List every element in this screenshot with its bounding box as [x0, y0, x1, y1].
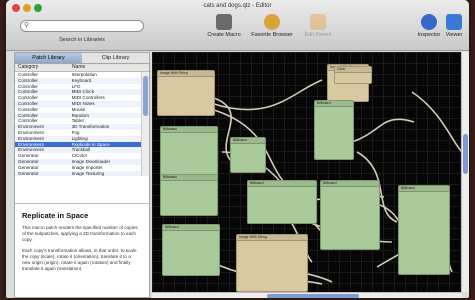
- vertical-scroll-thumb[interactable]: [463, 134, 468, 174]
- edit-parent-icon: [310, 14, 326, 30]
- tab-clip-library[interactable]: Clip Library: [82, 53, 149, 63]
- patch-title: Clear: [335, 67, 371, 73]
- patch-title: Billboard: [161, 175, 217, 181]
- inspector-label: Inspector: [417, 32, 441, 38]
- patch-title: Billboard: [163, 225, 219, 231]
- patch-node[interactable]: Billboard: [162, 224, 220, 276]
- patch-node[interactable]: Image With String: [236, 234, 308, 292]
- patch-title: Billboard: [321, 181, 379, 187]
- patch-node[interactable]: Billboard: [160, 174, 218, 216]
- patch-node[interactable]: Billboard: [314, 100, 354, 160]
- create-macro-label: Create Macro: [207, 32, 241, 38]
- toolbar: cats and dogs.qtz - Editor ⚲ Search in L…: [6, 0, 469, 51]
- description-paragraph: This macro patch renders the specified n…: [22, 225, 138, 242]
- patch-node[interactable]: Billboard: [247, 180, 317, 224]
- library-tabs: Patch Library Clip Library: [15, 53, 149, 64]
- patch-title: Image With String: [237, 235, 307, 241]
- favorite-browser-button[interactable]: Favorite Browser: [246, 14, 298, 38]
- favorite-browser-icon: [264, 14, 280, 30]
- window-title: cats and dogs.qtz - Editor: [203, 3, 272, 9]
- canvas-horizontal-scrollbar[interactable]: [152, 292, 462, 298]
- patch-node[interactable]: Billboard: [230, 137, 266, 173]
- patch-title: Billboard: [231, 138, 265, 144]
- patch-node[interactable]: Clear: [334, 66, 372, 84]
- patch-title: Billboard: [315, 101, 353, 107]
- tab-patch-library[interactable]: Patch Library: [15, 53, 82, 63]
- patch-title: Image With String: [158, 71, 214, 77]
- list-header: Category Name: [15, 64, 149, 72]
- patch-node[interactable]: Billboard: [320, 180, 380, 250]
- patch-node[interactable]: Billboard: [398, 185, 450, 275]
- horizontal-scroll-thumb[interactable]: [267, 294, 359, 298]
- patch-library-pane: Patch Library Clip Library Category Name…: [14, 52, 150, 298]
- viewer-button[interactable]: Viewer: [442, 14, 466, 38]
- canvas-vertical-scrollbar[interactable]: [461, 52, 469, 292]
- name-column-header[interactable]: Name: [72, 64, 85, 71]
- library-row[interactable]: Generator Image Texturing: [15, 170, 141, 176]
- pane-divider[interactable]: [15, 203, 149, 204]
- create-macro-button[interactable]: Create Macro: [204, 14, 244, 38]
- list-scrollbar[interactable]: [141, 72, 149, 176]
- library-search-input[interactable]: ⚲: [20, 20, 144, 32]
- search-caption: Search in Libraries: [59, 37, 105, 43]
- inspector-button[interactable]: Inspector: [416, 14, 442, 38]
- search-icon: ⚲: [24, 22, 30, 29]
- edit-parent-label: Edit Parent: [304, 32, 332, 38]
- category-column-header[interactable]: Category: [15, 64, 72, 71]
- patch-title: Billboard: [248, 181, 316, 187]
- description-title: Replicate in Space: [22, 211, 89, 220]
- description-body: This macro patch renders the specified n…: [22, 225, 140, 277]
- row-category: Generator: [18, 170, 39, 176]
- edit-parent-button[interactable]: Edit Parent: [302, 14, 334, 38]
- editor-window: cats and dogs.qtz - Editor ⚲ Search in L…: [6, 0, 469, 298]
- inspector-icon: [421, 14, 437, 30]
- viewer-label: Viewer: [445, 32, 463, 38]
- row-name: Image Texturing: [71, 170, 105, 176]
- list-scroll-thumb[interactable]: [143, 76, 148, 116]
- viewer-icon: [446, 14, 462, 30]
- favorite-browser-label: Favorite Browser: [251, 32, 293, 38]
- patch-title: Billboard: [161, 127, 217, 133]
- create-macro-icon: [216, 14, 232, 30]
- composition-canvas[interactable]: Image With String Image With String Clea…: [152, 52, 469, 292]
- patch-title: Billboard: [399, 186, 449, 192]
- patch-node[interactable]: Image With String: [157, 70, 215, 116]
- description-paragraph: Each copy's transformation allows, in th…: [22, 248, 137, 271]
- patch-list: Controller Interpolation Controller Keyboar…: [15, 72, 141, 176]
